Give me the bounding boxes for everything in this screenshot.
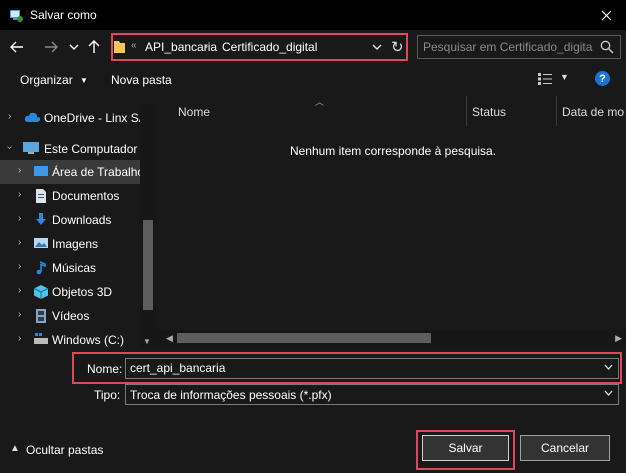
- pictures-icon: [34, 238, 48, 248]
- arrow-left-icon: [10, 41, 23, 53]
- navigation-pane: › OneDrive - Linx SA › Este Computador ›…: [0, 96, 156, 348]
- name-label: Nome:: [87, 362, 123, 376]
- tree-item-label: Downloads: [52, 213, 112, 227]
- close-button[interactable]: [586, 0, 626, 30]
- cube-icon: [33, 285, 49, 299]
- search-box[interactable]: [417, 35, 621, 59]
- expand-arrow-icon[interactable]: ›: [18, 285, 21, 296]
- column-header-label: Nome: [178, 105, 211, 119]
- window-title: Salvar como: [30, 8, 97, 22]
- column-header-nome[interactable]: Nome: [172, 96, 466, 126]
- breadcrumb-certificado-digital[interactable]: Certificado_digital: [222, 40, 317, 54]
- chevron-down-icon: [69, 44, 79, 50]
- scrollbar-thumb[interactable]: [143, 220, 153, 310]
- tree-item-downloads[interactable]: › Downloads: [0, 208, 140, 232]
- film-icon: [36, 309, 46, 323]
- tree-item-area-de-trabalho[interactable]: › Área de Trabalho: [0, 160, 144, 184]
- file-name-field[interactable]: [125, 358, 619, 379]
- save-button[interactable]: Salvar: [422, 435, 509, 461]
- expand-arrow-icon[interactable]: ›: [18, 237, 21, 248]
- tree-item-este-computador[interactable]: › Este Computador: [0, 137, 140, 161]
- tree-item-musicas[interactable]: › Músicas: [0, 256, 140, 280]
- tree-item-label: Objetos 3D: [52, 285, 113, 299]
- arrow-up-icon: [88, 40, 100, 53]
- tree-item-windows-c[interactable]: › Windows (C:): [0, 328, 140, 348]
- tree-item-objetos-3d[interactable]: › Objetos 3D: [0, 280, 140, 304]
- column-header-label: Status: [472, 105, 507, 119]
- document-icon: [36, 189, 46, 203]
- tree-item-onedrive[interactable]: › OneDrive - Linx SA: [0, 106, 147, 130]
- arrow-right-icon: [45, 41, 58, 53]
- scroll-left-icon[interactable]: ◀: [166, 333, 173, 344]
- type-label: Tipo:: [94, 388, 121, 402]
- forward-button[interactable]: [40, 34, 62, 60]
- drive-icon: [34, 333, 48, 344]
- new-folder-button[interactable]: Nova pasta: [111, 73, 172, 87]
- view-dropdown-icon[interactable]: ▼: [560, 72, 569, 82]
- organize-menu[interactable]: Organizar ▼: [20, 73, 88, 87]
- search-input[interactable]: [423, 40, 593, 54]
- expand-arrow-icon[interactable]: ›: [18, 309, 21, 320]
- file-list-scrollbar[interactable]: ◀ ▶: [156, 330, 626, 348]
- desktop-icon: [34, 166, 48, 176]
- column-header-data-de-modificacao[interactable]: Data de mo: [556, 96, 626, 126]
- chevron-down-icon[interactable]: [604, 364, 613, 371]
- view-options-icon[interactable]: [537, 72, 553, 86]
- scroll-right-icon[interactable]: ▶: [615, 333, 622, 344]
- command-toolbar: Organizar ▼ Nova pasta ▼ ?: [0, 64, 626, 96]
- organize-label: Organizar: [20, 73, 73, 87]
- tree-item-label: Windows (C:): [52, 333, 125, 347]
- cancel-button[interactable]: Cancelar: [520, 435, 610, 461]
- computer-icon: [23, 142, 39, 154]
- back-button[interactable]: [6, 34, 28, 60]
- cloud-icon: [24, 112, 41, 122]
- tree-item-imagens[interactable]: › Imagens: [0, 232, 140, 256]
- scrollbar-thumb[interactable]: [177, 333, 431, 343]
- file-type-select[interactable]: Troca de informações pessoais (*.pfx): [125, 384, 619, 405]
- file-name-input[interactable]: [130, 361, 600, 375]
- address-dropdown-icon[interactable]: [372, 40, 382, 54]
- search-icon[interactable]: [600, 40, 614, 54]
- nav-pane-scrollbar[interactable]: ▼: [140, 104, 156, 348]
- tree-item-label: Este Computador: [44, 142, 138, 156]
- folder-icon: [114, 41, 125, 53]
- scroll-down-icon[interactable]: ▼: [143, 337, 151, 346]
- breadcrumb-separator[interactable]: ›: [204, 39, 208, 53]
- tree-item-label: Imagens: [52, 237, 99, 251]
- expand-arrow-icon[interactable]: ›: [18, 261, 21, 272]
- address-overflow[interactable]: «: [131, 40, 137, 51]
- expand-arrow-icon[interactable]: ›: [18, 213, 21, 224]
- tree-item-label: Documentos: [52, 189, 120, 203]
- tree-item-label: Músicas: [52, 261, 97, 275]
- app-icon: [10, 10, 23, 22]
- close-icon: [601, 10, 611, 20]
- column-header-status[interactable]: Status: [466, 96, 556, 126]
- chevron-down-icon[interactable]: [604, 390, 613, 397]
- tree-item-label: Vídeos: [52, 309, 90, 323]
- expand-arrow-icon[interactable]: ›: [18, 333, 21, 344]
- file-type-value: Troca de informações pessoais (*.pfx): [130, 388, 332, 402]
- help-icon[interactable]: ?: [595, 71, 610, 86]
- caret-up-icon: ▲: [10, 443, 20, 454]
- expand-arrow-icon[interactable]: ›: [18, 165, 21, 176]
- hide-folders-label: Ocultar pastas: [26, 443, 104, 457]
- expand-arrow-icon[interactable]: ›: [8, 111, 11, 122]
- tree-item-videos[interactable]: › Vídeos: [0, 304, 140, 328]
- download-icon: [36, 213, 46, 225]
- tree-item-documentos[interactable]: › Documentos: [0, 184, 140, 208]
- music-icon: [36, 261, 46, 275]
- collapse-arrow-icon[interactable]: ›: [4, 146, 15, 149]
- file-list-pane: ︿ Nome Status Data de mo Nenhum item cor…: [156, 96, 626, 348]
- title-bar: Salvar como: [0, 0, 626, 30]
- tree-item-label: Área de Trabalho: [52, 165, 145, 179]
- column-header-label: Data de mo: [562, 105, 625, 119]
- address-bar[interactable]: « API_bancaria › Certificado_digital ↻: [111, 33, 408, 61]
- caret-down-icon: ▼: [80, 76, 88, 85]
- refresh-icon[interactable]: ↻: [391, 38, 404, 56]
- empty-message: Nenhum item corresponde à pesquisa.: [289, 144, 497, 158]
- recent-locations-button[interactable]: [63, 34, 85, 60]
- expand-arrow-icon[interactable]: ›: [18, 189, 21, 200]
- tree-item-label: OneDrive - Linx SA: [44, 111, 147, 125]
- up-button[interactable]: [83, 34, 105, 60]
